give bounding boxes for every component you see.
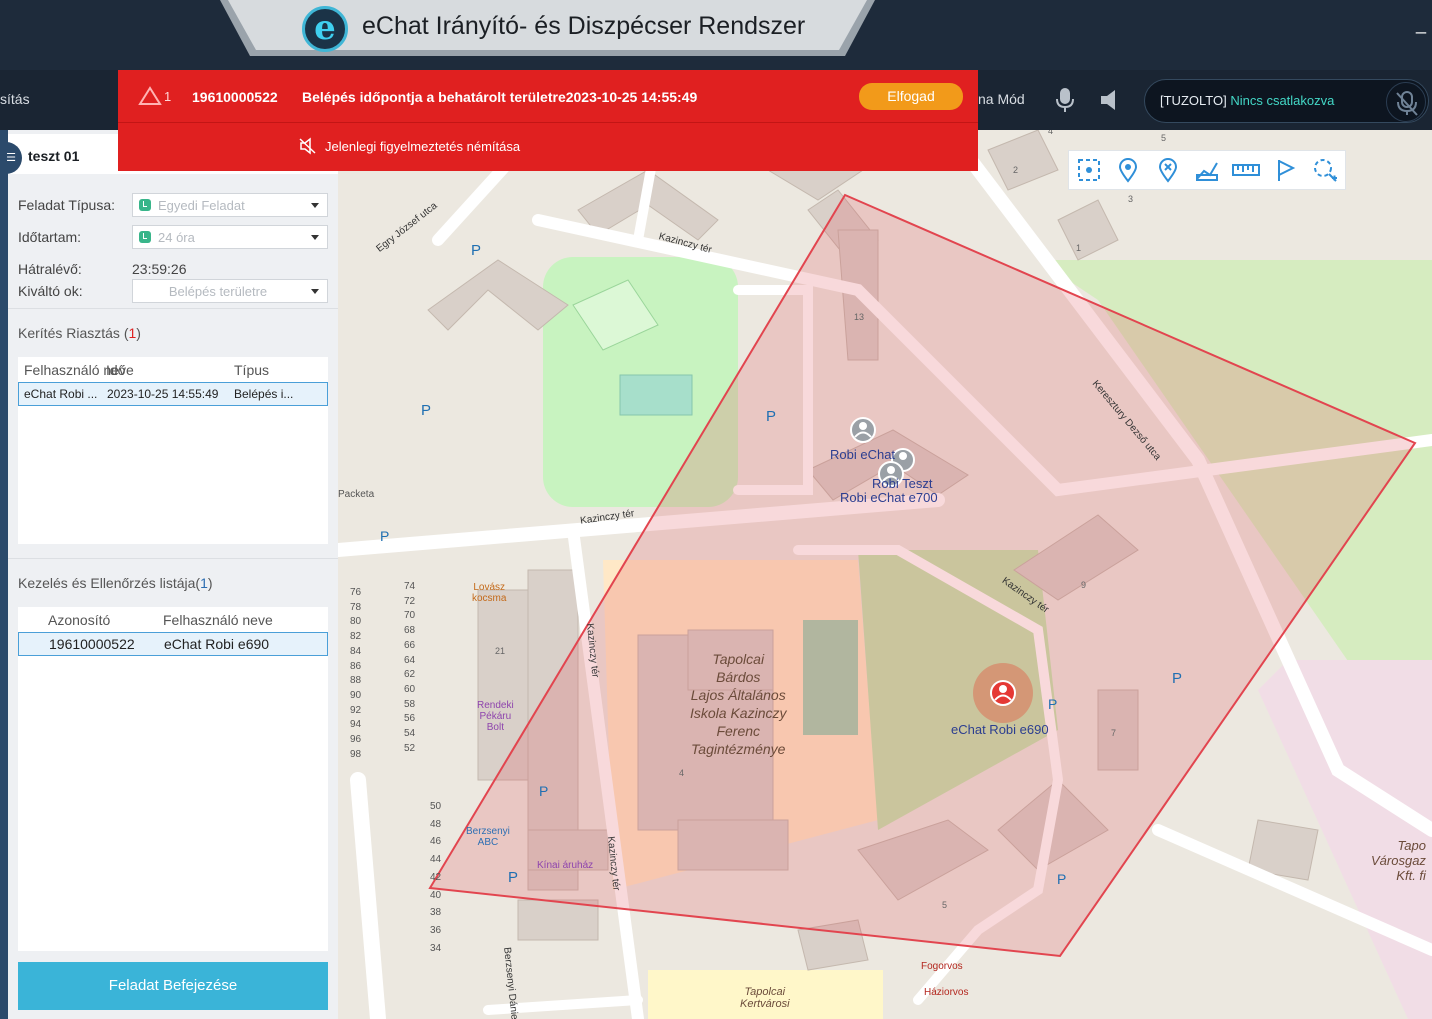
column-user[interactable]: Felhasználó neve [163,612,273,628]
route-icon[interactable] [1187,151,1226,189]
check-list-header: Azonosító Felhasználó neve [18,607,328,631]
zoom-area-icon[interactable] [1306,151,1345,189]
table-row[interactable]: 19610000522 eChat Robi e690 [18,632,328,656]
remaining-label: Hátralévő: [18,261,82,277]
table-row[interactable]: eChat Robi ... 2023-10-25 14:55:49 Belép… [18,382,328,406]
connection-status-text: [TUZOLTO] Nincs csatlakozva [1160,93,1334,108]
task-type-value: Egyedi Feladat [158,198,245,213]
row-id: 19610000522 [49,636,135,652]
trigger-label: Kiváltó ok: [18,283,83,299]
speaker-icon[interactable] [1098,86,1124,114]
column-time[interactable]: Idő [106,362,125,378]
warning-icon [138,86,162,105]
row-user: eChat Robi ... [24,387,98,401]
channel-name: [TUZOLTO] [1160,93,1227,108]
delete-pin-icon[interactable] [1148,151,1187,189]
task-type-select[interactable]: Egyedi Feladat [132,193,328,217]
mute-icon [299,137,316,155]
clock-icon [139,231,151,243]
chevron-down-icon [311,203,319,208]
divider [8,558,338,559]
connection-state: Nincs csatlakozva [1230,93,1335,108]
ruler-icon[interactable] [1227,151,1266,189]
fence-alarm-count: 1 [128,325,137,341]
location-pin-icon[interactable] [1108,151,1147,189]
app-title: eChat Irányító- és Diszpécser Rendszer [362,12,806,40]
alert-main-row: 1 19610000522 Belépés időpontja a behatá… [118,70,978,122]
clock-icon [139,199,151,211]
alert-device-id: 19610000522 [192,89,278,105]
alert-message: Belépés időpontja a behatárolt területre… [302,89,698,105]
task-panel: ☰ teszt 01 Feladat Típusa: Egyedi Felada… [0,130,338,1019]
user-marker-robi-echat[interactable] [850,417,876,443]
user-marker-robi-e700[interactable] [878,461,904,487]
user-marker-robi-e690[interactable] [973,663,1033,723]
mute-alert-label: Jelenlegi figyelmeztetés némítása [325,139,521,154]
title-plate: e eChat Irányító- és Diszpécser Rendszer [220,0,875,56]
trigger-value: Belépés területre [168,284,268,299]
duration-value: 24 óra [158,230,195,245]
divider [8,308,338,309]
kertvarosi-area [648,970,883,1019]
alert-count: 1 [164,89,172,104]
row-user: eChat Robi e690 [164,636,270,652]
microphone-icon[interactable] [1052,86,1078,114]
finish-task-button[interactable]: Feladat Befejezése [18,962,328,1010]
map-toolbox [1068,150,1346,190]
flag-icon[interactable] [1266,151,1305,189]
row-time: 2023-10-25 14:55:49 [107,387,219,401]
menu-item-mode[interactable]: na Mód [978,91,1025,107]
fence-alarm-header: Felhasználó neve Idő Típus [18,357,328,381]
check-list-count: 1 [200,575,208,591]
muted-mic-icon [1396,91,1418,116]
task-title: teszt 01 [28,148,80,164]
check-list-table: Azonosító Felhasználó neve 19610000522 e… [18,607,328,951]
duration-label: Időtartam: [18,229,82,245]
window-minimize-button[interactable]: _ [1416,14,1426,35]
duration-select[interactable]: 24 óra [132,225,328,249]
task-type-label: Feladat Típusa: [18,197,116,213]
map-view[interactable]: Egry József utca Kazinczy tér Kazinczy t… [338,130,1432,1019]
panel-menu-icon[interactable]: ☰ [0,142,22,174]
chevron-down-icon [311,235,319,240]
map-canvas [338,130,1432,1019]
check-list-title: Kezelés és Ellenőrzés listája(1) [18,575,213,591]
side-strip [0,130,8,1019]
app-logo: e [302,6,348,52]
accept-button[interactable]: Elfogad [859,83,963,110]
remaining-value: 23:59:26 [132,261,187,277]
fence-alarm-title-text: Kerítés Riasztás [18,325,120,341]
fence-alarm-title: Kerítés Riasztás (1) [18,325,141,341]
alert-divider [118,122,978,123]
connection-status: [TUZOLTO] Nincs csatlakozva [1144,79,1429,123]
app-header: e eChat Irányító- és Diszpécser Rendszer… [0,0,1432,70]
chevron-down-icon [311,289,319,294]
column-type[interactable]: Típus [234,362,269,378]
geofence-alert-banner: 1 19610000522 Belépés időpontja a behatá… [118,70,978,171]
check-list-title-text: Kezelés és Ellenőrzés listája [18,575,196,591]
trigger-select[interactable]: Belépés területre [132,279,328,303]
column-id[interactable]: Azonosító [48,612,110,628]
court [619,374,693,416]
muted-mic-button[interactable] [1386,82,1426,122]
menu-item-left[interactable]: sítás [0,91,30,107]
row-type: Belépés i... [234,387,294,401]
fence-alarm-table: Felhasználó neve Idő Típus eChat Robi ..… [18,357,328,544]
select-area-icon[interactable] [1069,151,1108,189]
